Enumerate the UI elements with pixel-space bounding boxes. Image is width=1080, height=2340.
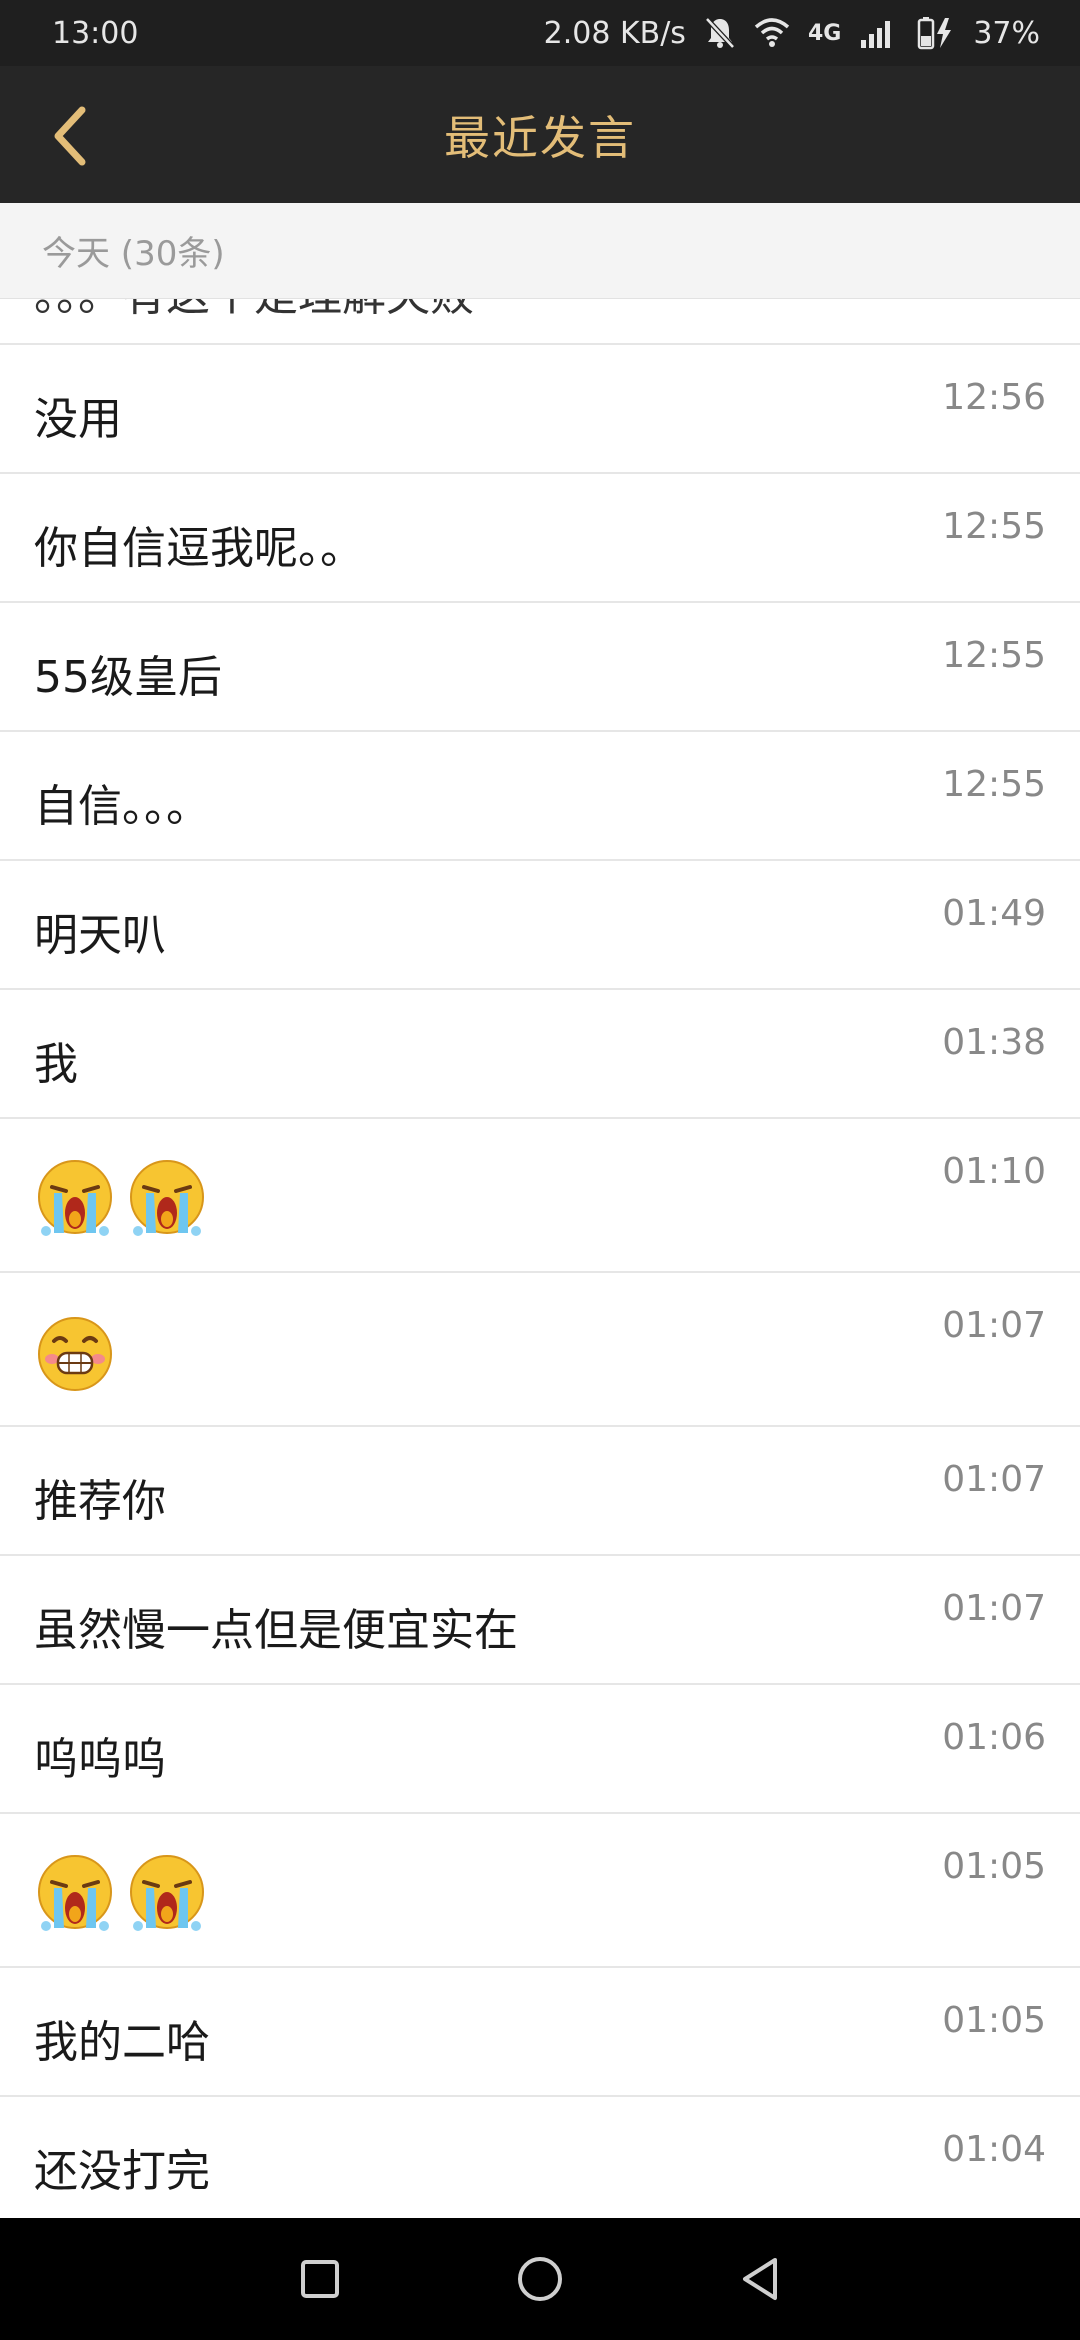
back-triangle-icon [743, 2258, 777, 2300]
list-item[interactable]: 01:07 [0, 1273, 1080, 1427]
back-button[interactable] [30, 96, 110, 176]
list-item[interactable]: 呜呜呜 01:06 [0, 1685, 1080, 1814]
message-time: 12:55 [942, 635, 1046, 676]
recents-square-icon [301, 2260, 339, 2298]
message-text: 推荐你 [34, 1476, 166, 1527]
recents-button[interactable] [285, 2244, 355, 2314]
message-time: 01:49 [942, 893, 1046, 934]
message-text: 明天叭 [34, 910, 166, 961]
home-circle-icon [518, 2257, 562, 2301]
message-text: 我 [34, 1039, 78, 1090]
status-bar: 13:00 2.08 KB/s 4G 37% [0, 0, 1080, 66]
chevron-left-icon [54, 106, 86, 166]
battery-level: 37% [973, 15, 1040, 51]
message-time: 01:07 [942, 1459, 1046, 1500]
list-item[interactable]: 没用 12:56 [0, 345, 1080, 474]
message-time: 01:06 [942, 1717, 1046, 1758]
system-nav-bar [0, 2218, 1080, 2340]
message-text: 。。。有这个是理解失败 [34, 299, 474, 323]
crying-face-icon [130, 1855, 204, 1931]
network-speed: 2.08 KB/s [543, 15, 686, 51]
message-time: 01:05 [942, 1846, 1046, 1887]
message-list[interactable]: 。。。有这个是理解失败 没用 12:56 你自信逗我呢。。 12:55 55级皇… [0, 299, 1080, 2218]
message-time: 01:05 [942, 2000, 1046, 2041]
crying-face-icon [130, 1160, 204, 1236]
list-item[interactable]: 我的二哈 01:05 [0, 1968, 1080, 2097]
message-time: 01:38 [942, 1022, 1046, 1063]
message-emoji-group [32, 1157, 210, 1243]
status-indicators: 2.08 KB/s 4G 37% [544, 16, 1040, 51]
message-text: 我的二哈 [34, 2017, 210, 2068]
message-text: 55级皇后 [34, 652, 222, 703]
grinning-face-icon [38, 1317, 112, 1391]
list-item[interactable]: 55级皇后 12:55 [0, 603, 1080, 732]
mute-bell-icon [704, 16, 736, 50]
page-title: 最近发言 [444, 110, 636, 165]
message-time: 12:55 [942, 506, 1046, 547]
list-item[interactable]: 我 01:38 [0, 990, 1080, 1119]
wifi-icon [754, 17, 790, 49]
list-item[interactable]: 还没打完 01:04 [0, 2097, 1080, 2218]
app-header: 最近发言 [0, 66, 1080, 203]
network-type: 4G [807, 20, 842, 46]
section-header-today: 今天 (30条) [0, 203, 1080, 299]
message-time: 12:56 [942, 377, 1046, 418]
list-item[interactable]: 01:05 [0, 1814, 1080, 1968]
message-time: 12:55 [942, 764, 1046, 805]
message-text: 你自信逗我呢。。 [34, 523, 364, 574]
message-text: 自信。。。 [34, 781, 210, 832]
back-nav-button[interactable] [725, 2244, 795, 2314]
list-item[interactable]: 。。。有这个是理解失败 [0, 299, 1080, 345]
signal-icon [859, 18, 897, 48]
list-item[interactable]: 推荐你 01:07 [0, 1427, 1080, 1556]
crying-face-icon [38, 1160, 112, 1236]
battery-charging-icon [915, 16, 955, 50]
message-time: 01:04 [942, 2129, 1046, 2170]
message-text: 没用 [34, 394, 122, 445]
message-text: 呜呜呜 [34, 1734, 166, 1785]
list-item[interactable]: 你自信逗我呢。。 12:55 [0, 474, 1080, 603]
list-item[interactable]: 明天叭 01:49 [0, 861, 1080, 990]
message-emoji-group [32, 1852, 210, 1938]
list-item[interactable]: 01:10 [0, 1119, 1080, 1273]
message-time: 01:07 [942, 1305, 1046, 1346]
message-time: 01:10 [942, 1151, 1046, 1192]
list-item[interactable]: 虽然慢一点但是便宜实在 01:07 [0, 1556, 1080, 1685]
status-time: 13:00 [52, 15, 139, 51]
message-emoji-group [32, 1311, 118, 1397]
message-time: 01:07 [942, 1588, 1046, 1629]
message-text: 虽然慢一点但是便宜实在 [34, 1605, 518, 1656]
home-button[interactable] [505, 2244, 575, 2314]
list-item[interactable]: 自信。。。 12:55 [0, 732, 1080, 861]
message-text: 还没打完 [34, 2146, 210, 2197]
crying-face-icon [38, 1855, 112, 1931]
